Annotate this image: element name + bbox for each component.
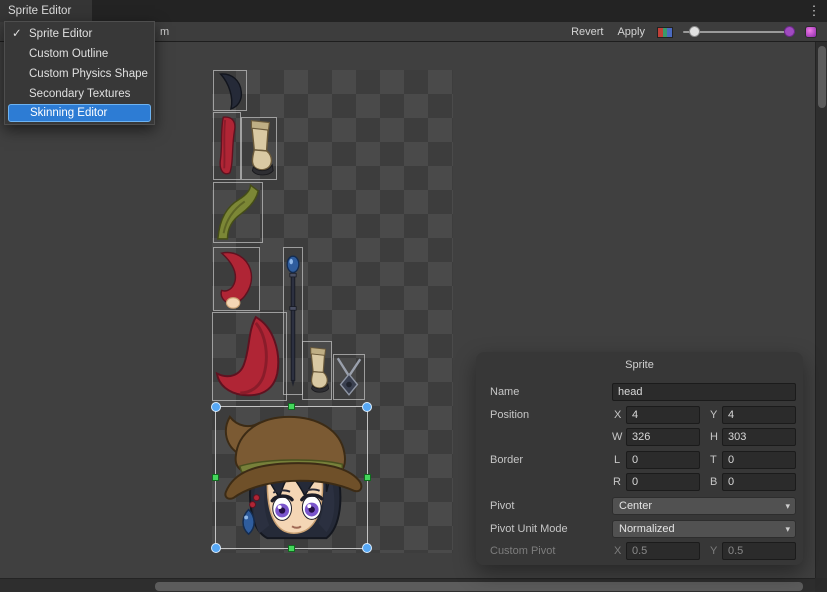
scrollbar-corner bbox=[815, 578, 827, 592]
sprite-head-selected[interactable] bbox=[215, 406, 368, 549]
selection-handle-mid-left[interactable] bbox=[212, 474, 219, 481]
border-t-input[interactable] bbox=[722, 451, 796, 469]
selection-handle-top-left[interactable] bbox=[211, 402, 221, 412]
horizontal-scrollbar[interactable] bbox=[0, 578, 815, 592]
hat-piece-art bbox=[213, 313, 286, 400]
custom-pivot-label: Custom Pivot bbox=[490, 545, 555, 557]
menu-item-label: Custom Physics Shape bbox=[29, 68, 148, 80]
border-b-input[interactable] bbox=[722, 473, 796, 491]
pivot-unit-mode-dropdown[interactable]: Normalized ▾ bbox=[612, 520, 796, 538]
custom-pivot-x-label: X bbox=[614, 545, 621, 557]
border-label: Border bbox=[490, 454, 523, 466]
hair-tuft-art bbox=[214, 71, 246, 110]
selection-handle-top-right[interactable] bbox=[362, 402, 372, 412]
border-r-label: R bbox=[613, 476, 621, 488]
menu-item-sprite-editor[interactable]: ✓ Sprite Editor bbox=[5, 24, 154, 44]
menu-item-label: Secondary Textures bbox=[29, 88, 130, 100]
name-label: Name bbox=[490, 386, 519, 398]
sprite-sleeve[interactable] bbox=[213, 112, 241, 180]
custom-pivot-x-input bbox=[626, 542, 700, 560]
editor-mode-dropdown-button[interactable]: Sprite Editor bbox=[0, 0, 92, 22]
menu-item-skinning-editor[interactable]: Skinning Editor bbox=[8, 104, 151, 122]
checkmark-icon: ✓ bbox=[12, 24, 22, 44]
sprite-hat-piece[interactable] bbox=[212, 312, 287, 401]
sprite-scarf[interactable] bbox=[213, 182, 263, 243]
vertical-scrollbar-thumb[interactable] bbox=[818, 46, 826, 108]
panel-title: Sprite bbox=[476, 359, 803, 371]
sleeve-art bbox=[214, 113, 240, 179]
chevron-down-icon: ▾ bbox=[785, 521, 790, 537]
mip-texture-icon bbox=[805, 26, 817, 38]
selection-handle-bottom-right[interactable] bbox=[362, 543, 372, 553]
menu-item-secondary-textures[interactable]: Secondary Textures bbox=[5, 84, 154, 104]
menu-item-custom-physics-shape[interactable]: Custom Physics Shape bbox=[5, 64, 154, 84]
pivot-dropdown[interactable]: Center ▾ bbox=[612, 497, 796, 515]
editor-mode-menu: ✓ Sprite Editor Custom Outline Custom Ph… bbox=[4, 21, 155, 125]
mip-slider-knob[interactable] bbox=[784, 26, 795, 37]
selection-handle-mid-right[interactable] bbox=[364, 474, 371, 481]
border-t-label: T bbox=[710, 454, 717, 466]
horizontal-scrollbar-thumb[interactable] bbox=[155, 582, 803, 591]
rgb-alpha-toggle-icon[interactable] bbox=[657, 27, 673, 38]
revert-button[interactable]: Revert bbox=[569, 22, 605, 42]
sprite-inspector-panel: Sprite Name Position X Y W H Border L T … bbox=[476, 352, 803, 565]
amulet-art bbox=[334, 355, 364, 399]
pivot-label: Pivot bbox=[490, 500, 514, 512]
boot-2-art bbox=[303, 342, 331, 399]
pivot-value: Center bbox=[619, 500, 652, 512]
custom-pivot-y-input bbox=[722, 542, 796, 560]
sprite-boot-2[interactable] bbox=[302, 341, 332, 400]
position-y-label: Y bbox=[710, 409, 717, 421]
sprite-arm[interactable] bbox=[213, 247, 260, 311]
selection-handle-bottom-left[interactable] bbox=[211, 543, 221, 553]
sprite-hair-tuft[interactable] bbox=[213, 70, 247, 111]
border-l-label: L bbox=[614, 454, 620, 466]
custom-pivot-y-label: Y bbox=[710, 545, 717, 557]
sprite-boot[interactable] bbox=[241, 117, 277, 180]
position-x-label: X bbox=[614, 409, 621, 421]
selection-handle-bottom-mid[interactable] bbox=[288, 545, 295, 552]
selection-handle-top-mid[interactable] bbox=[288, 403, 295, 410]
title-bar: Sprite Editor ⋮ bbox=[0, 0, 827, 22]
border-l-input[interactable] bbox=[626, 451, 700, 469]
position-w-label: W bbox=[612, 431, 622, 443]
vertical-scrollbar[interactable] bbox=[815, 42, 827, 578]
position-label: Position bbox=[490, 409, 529, 421]
scarf-art bbox=[214, 183, 262, 242]
position-h-input[interactable] bbox=[722, 428, 796, 446]
sprite-amulet[interactable] bbox=[333, 354, 365, 400]
kebab-menu-icon[interactable]: ⋮ bbox=[805, 0, 823, 22]
border-b-label: B bbox=[710, 476, 717, 488]
menu-item-label: Custom Outline bbox=[29, 48, 108, 60]
position-y-input[interactable] bbox=[722, 406, 796, 424]
menu-item-custom-outline[interactable]: Custom Outline bbox=[5, 44, 154, 64]
sprite-editor-window: Sprite Editor ⋮ m Revert Apply bbox=[0, 0, 827, 592]
position-x-input[interactable] bbox=[626, 406, 700, 424]
chevron-down-icon: ▾ bbox=[785, 498, 790, 514]
head-art bbox=[216, 407, 367, 548]
zoom-slider-knob[interactable] bbox=[689, 26, 700, 37]
trim-button-fragment[interactable]: m bbox=[160, 22, 169, 42]
arm-art bbox=[214, 248, 259, 310]
pivot-unit-mode-label: Pivot Unit Mode bbox=[490, 523, 568, 535]
boot-art bbox=[242, 118, 276, 179]
apply-button[interactable]: Apply bbox=[615, 22, 647, 42]
name-input[interactable] bbox=[612, 383, 796, 401]
pivot-unit-mode-value: Normalized bbox=[619, 523, 675, 535]
menu-item-label: Skinning Editor bbox=[30, 107, 107, 119]
menu-item-label: Sprite Editor bbox=[29, 28, 92, 40]
toolbar-right-group: Revert Apply bbox=[569, 22, 817, 42]
texture-view[interactable] bbox=[212, 70, 453, 553]
zoom-slider[interactable] bbox=[683, 22, 795, 42]
position-w-input[interactable] bbox=[626, 428, 700, 446]
border-r-input[interactable] bbox=[626, 473, 700, 491]
position-h-label: H bbox=[710, 431, 718, 443]
